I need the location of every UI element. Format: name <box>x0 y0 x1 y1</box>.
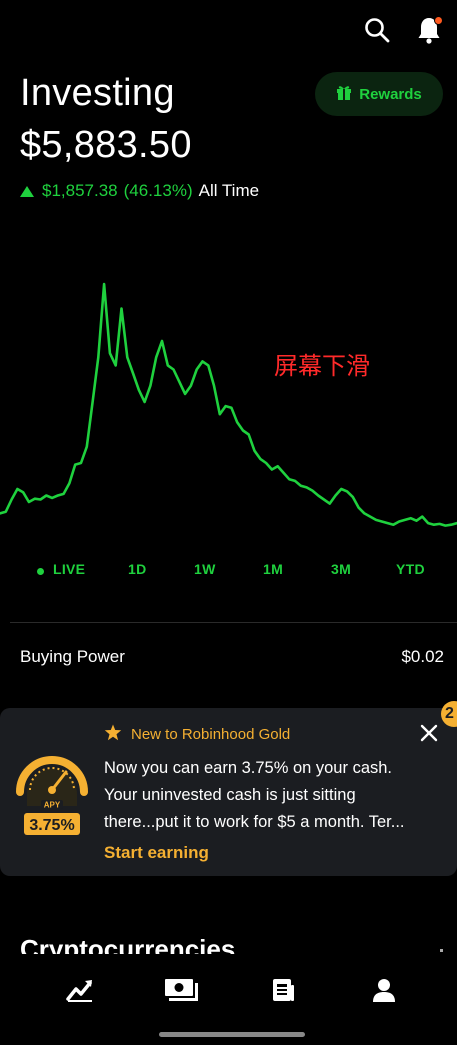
range-selector: LIVE 1D 1W 1M 3M YTD <box>0 561 457 581</box>
gold-card-header: New to Robinhood Gold <box>104 724 290 745</box>
gold-card-body: Now you can earn 3.75% on your cash. You… <box>104 755 439 836</box>
portfolio-balance: $5,883.50 <box>20 124 192 166</box>
range-1w[interactable]: 1W <box>194 561 216 577</box>
rewards-button[interactable]: Rewards <box>315 72 443 116</box>
gift-icon <box>336 84 352 105</box>
change-period: All Time <box>198 181 260 200</box>
buying-power-label[interactable]: Buying Power <box>20 647 125 667</box>
home-indicator <box>159 1032 305 1037</box>
gauge-rate: 3.75% <box>29 817 74 834</box>
chart-series-line <box>0 282 457 527</box>
gold-card-line: Now you can earn 3.75% on your cash. <box>104 759 393 777</box>
range-ytd[interactable]: YTD <box>396 561 425 577</box>
change-amount: $1,857.38 <box>42 181 118 200</box>
portfolio-change: $1,857.38 (46.13%) All Time <box>20 181 259 201</box>
apy-gauge-icon: APY 3.75% <box>16 756 88 835</box>
account-icon[interactable] <box>364 970 404 1010</box>
chart-icon[interactable] <box>60 970 100 1010</box>
start-earning-link[interactable]: Start earning <box>104 843 209 863</box>
gauge-label: APY <box>44 801 61 810</box>
range-1d[interactable]: 1D <box>128 561 147 577</box>
top-bar <box>363 16 443 44</box>
gold-card-line: there...put it to work for $5 a month. T… <box>104 813 405 831</box>
bell-icon[interactable] <box>415 16 443 44</box>
page-title: Investing <box>20 72 175 114</box>
more-indicator <box>440 949 443 952</box>
change-percent: (46.13%) <box>123 181 193 200</box>
notification-dot <box>434 16 443 25</box>
section-title: Cryptocurrencies <box>20 934 236 954</box>
gold-card-title: New to Robinhood Gold <box>131 726 291 743</box>
star-icon <box>104 724 122 745</box>
up-arrow-icon <box>20 185 34 197</box>
range-1m[interactable]: 1M <box>263 561 283 577</box>
news-icon[interactable] <box>263 970 303 1010</box>
range-live[interactable]: LIVE <box>53 561 85 577</box>
range-3m[interactable]: 3M <box>331 561 351 577</box>
search-icon[interactable] <box>363 16 391 44</box>
cash-icon[interactable] <box>161 970 201 1010</box>
divider <box>10 622 457 623</box>
bottom-nav <box>0 970 457 1020</box>
rewards-label: Rewards <box>359 85 422 103</box>
close-icon[interactable] <box>418 722 440 744</box>
gold-card-line: Your uninvested cash is just sitting <box>104 786 356 804</box>
buying-power-value[interactable]: $0.02 <box>401 647 444 667</box>
overlay-annotation: 屏幕下滑 <box>274 352 370 380</box>
portfolio-chart[interactable] <box>0 270 457 540</box>
